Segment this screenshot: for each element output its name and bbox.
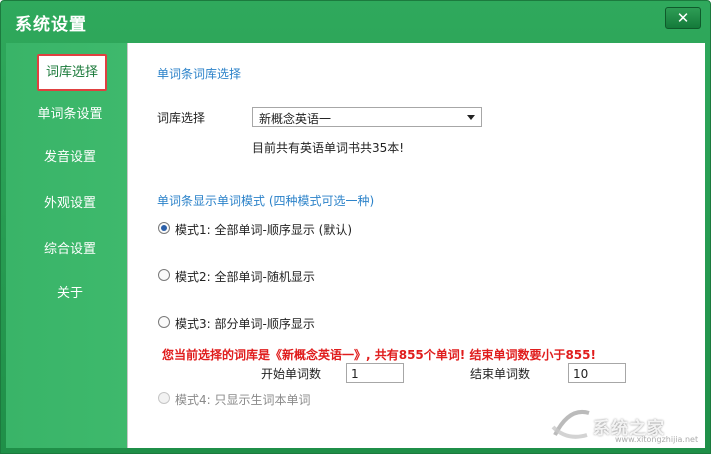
section-title-lexicon: 单词条词库选择 [157, 67, 242, 81]
mode1-radio[interactable] [158, 222, 170, 234]
window-title: 系统设置 [15, 15, 87, 35]
lexicon-select[interactable]: 新概念英语一 [252, 107, 482, 127]
close-button[interactable]: ✕ [665, 7, 701, 29]
end-word-input[interactable]: 10 [568, 363, 626, 383]
settings-content: 单词条词库选择 词库选择 新概念英语一 目前共有英语单词书共35本! 单词条显示… [127, 43, 705, 448]
sidebar: 词库选择 单词条设置 发音设置 外观设置 综合设置 关于 [6, 43, 127, 448]
sidebar-item-word-bar[interactable]: 单词条设置 [36, 105, 104, 125]
book-count-text: 目前共有英语单词书共35本! [252, 141, 405, 155]
end-word-label: 结束单词数 [470, 367, 531, 381]
mode1-label[interactable]: 模式1: 全部单词-顺序显示 (默认) [175, 221, 352, 238]
lexicon-label: 词库选择 [157, 111, 206, 125]
section-title-display-mode: 单词条显示单词模式 (四种模式可选一种) [157, 194, 375, 208]
mode3-label[interactable]: 模式3: 部分单词-顺序显示 [175, 315, 315, 332]
mode4-label[interactable]: 模式4: 只显示生词本单词 [175, 391, 311, 408]
start-word-input[interactable]: 1 [346, 363, 404, 383]
mode3-radio[interactable] [158, 316, 170, 328]
sidebar-item-pronunciation[interactable]: 发音设置 [36, 148, 104, 168]
word-count-warning: 您当前选择的词库是《新概念英语一》, 共有855个单词! 结束单词数要小于855… [162, 348, 596, 362]
sidebar-item-lexicon[interactable]: 词库选择 [37, 54, 107, 91]
start-word-label: 开始单词数 [261, 367, 322, 381]
sidebar-item-general[interactable]: 综合设置 [36, 240, 104, 260]
title-bar: 系统设置 ✕ [1, 1, 710, 39]
settings-window: 系统设置 ✕ 词库选择 单词条设置 发音设置 外观设置 综合设置 关于 单词条词… [0, 0, 711, 454]
mode4-radio[interactable] [158, 392, 170, 404]
sidebar-item-about[interactable]: 关于 [36, 284, 104, 304]
dropdown-arrow-icon [467, 115, 475, 120]
mode2-radio[interactable] [158, 269, 170, 281]
lexicon-select-value: 新概念英语一 [259, 112, 332, 126]
mode2-label[interactable]: 模式2: 全部单词-随机显示 [175, 268, 315, 285]
sidebar-item-appearance[interactable]: 外观设置 [36, 194, 104, 214]
